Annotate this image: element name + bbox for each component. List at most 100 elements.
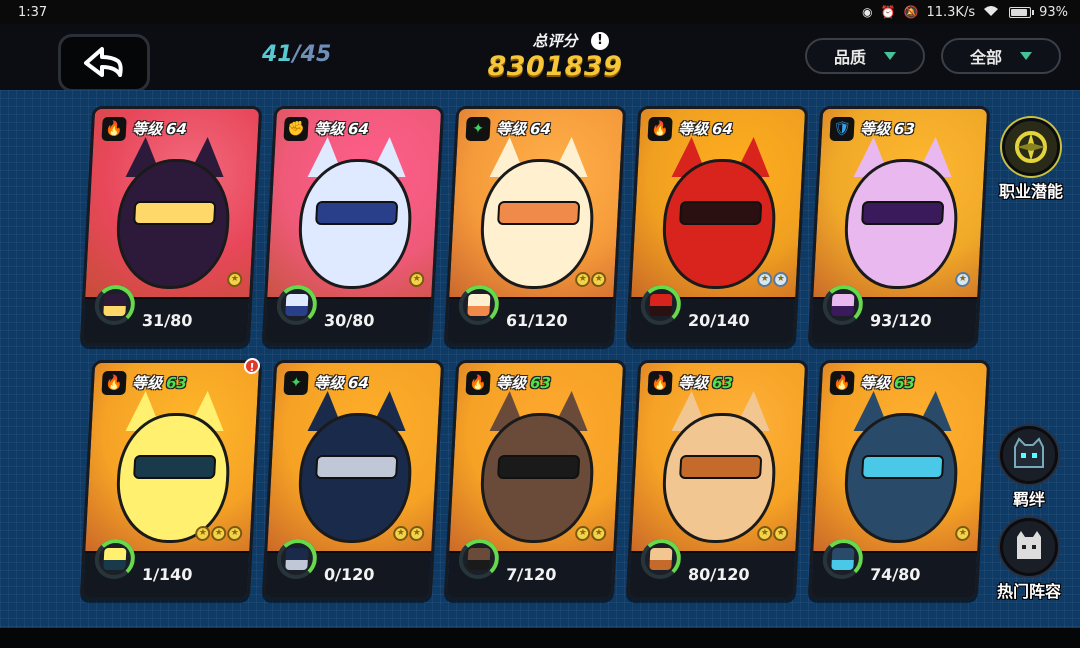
hero-card-footer: 61/120 bbox=[446, 285, 614, 343]
popular-lineup-button[interactable]: 热门阵容 bbox=[994, 518, 1064, 602]
shard-progress-arc bbox=[275, 285, 318, 325]
category-filter-dropdown[interactable]: 全部 bbox=[941, 38, 1061, 74]
class-potential-button[interactable]: 职业潜能 bbox=[996, 118, 1066, 202]
total-score: 总评分 8301839 bbox=[470, 30, 640, 82]
bond-button[interactable]: 羁绊 bbox=[994, 426, 1064, 510]
hero-card-frame: 🔥 等级 63 ★ 74/80 bbox=[807, 360, 991, 600]
hero-level-label: 等级 bbox=[677, 120, 709, 138]
hero-level: 等级 63 bbox=[860, 372, 916, 393]
shard-progress-ring bbox=[457, 539, 500, 579]
hero-card[interactable]: ✦ 等级 64 ★ ★ 0/120 bbox=[261, 360, 445, 600]
shard-progress-ring bbox=[93, 539, 136, 579]
score-info-icon[interactable]: ! bbox=[591, 32, 609, 50]
star-icon: ★ bbox=[954, 526, 971, 541]
hero-level: 等级 63 bbox=[678, 372, 734, 393]
hero-star-rating: ★ ★ ★ bbox=[194, 526, 243, 541]
hero-card[interactable]: ✦ 等级 64 ★ ★ 61/120 bbox=[443, 106, 627, 346]
hero-level: 等级 64 bbox=[132, 118, 188, 139]
hero-card-frame: 🔥 等级 64 ★ 31/80 bbox=[79, 106, 263, 346]
hero-card-frame: ✦ 等级 64 ★ ★ 0/120 bbox=[261, 360, 445, 600]
hero-count-total: 45 bbox=[300, 42, 332, 67]
hero-card[interactable]: 🔥 等级 63 ★ ★ 80/120 bbox=[625, 360, 809, 600]
star-icon: ★ bbox=[590, 272, 607, 287]
star-icon: ★ bbox=[772, 526, 789, 541]
battery-icon bbox=[1009, 6, 1035, 18]
hero-level-label: 等级 bbox=[677, 374, 709, 392]
hero-face bbox=[315, 201, 399, 225]
hero-level-value: 64 bbox=[347, 120, 370, 138]
popular-lineup-label: 热门阵容 bbox=[996, 582, 1061, 601]
bond-label: 羁绊 bbox=[1012, 490, 1045, 509]
hero-card[interactable]: 🔥 等级 63 ★ ★ ★ 1/140! bbox=[79, 358, 263, 600]
hero-star-rating: ★ bbox=[954, 526, 971, 541]
hero-card[interactable]: 🔥 等级 64 ★ ★ 20/140 bbox=[625, 106, 809, 346]
hero-face bbox=[679, 201, 763, 225]
hero-card-footer: 7/120 bbox=[446, 539, 614, 597]
hero-face bbox=[861, 201, 945, 225]
hero-face bbox=[133, 201, 217, 225]
hero-level-value: 64 bbox=[711, 120, 734, 138]
shard-progress-text: 0/120 bbox=[323, 565, 375, 584]
chevron-down-icon bbox=[884, 52, 896, 60]
hero-card-footer: 74/80 bbox=[810, 539, 978, 597]
status-time: 1:37 bbox=[18, 4, 48, 20]
star-icon: ★ bbox=[392, 526, 409, 541]
hero-level-label: 等级 bbox=[313, 120, 345, 138]
hero-card[interactable]: 🔥 等级 63 ★ ★ 7/120 bbox=[443, 360, 627, 600]
flame-icon: 🔥 bbox=[465, 371, 491, 395]
shard-progress-ring bbox=[93, 285, 136, 325]
hero-star-rating: ★ bbox=[408, 272, 425, 287]
hero-card-frame: 🛡 等级 63 ★ 93/120 bbox=[807, 106, 991, 346]
shard-progress-arc bbox=[457, 539, 500, 579]
bottom-bar bbox=[0, 628, 1080, 648]
shard-progress-arc bbox=[639, 285, 682, 325]
hero-card-footer: 1/140 bbox=[82, 539, 250, 597]
hero-count-current: 41 bbox=[262, 42, 293, 67]
shard-progress-arc bbox=[93, 285, 136, 325]
hero-level: 等级 64 bbox=[496, 118, 552, 139]
status-icons: ◉ ⏰ 🔕 11.3K/s 93% bbox=[862, 5, 1068, 20]
hero-level: 等级 64 bbox=[678, 118, 734, 139]
shard-progress-arc bbox=[821, 285, 864, 325]
wifi-icon bbox=[983, 5, 999, 19]
hero-card-footer: 30/80 bbox=[264, 285, 432, 343]
hero-level: 等级 63 bbox=[132, 372, 188, 393]
shard-progress-text: 20/140 bbox=[687, 311, 751, 330]
hero-star-rating: ★ bbox=[226, 272, 243, 287]
hero-face bbox=[497, 201, 581, 225]
shard-progress-text: 30/80 bbox=[323, 311, 375, 330]
star-icon: ★ bbox=[226, 526, 243, 541]
back-arrow-icon bbox=[84, 47, 123, 77]
hero-card[interactable]: 🔥 等级 64 ★ 31/80 bbox=[79, 106, 263, 346]
sparkle-icon: ✦ bbox=[283, 371, 309, 395]
hero-card[interactable]: 🛡 等级 63 ★ 93/120 bbox=[807, 106, 991, 346]
category-filter-label: 全部 bbox=[969, 48, 1002, 67]
hero-card-frame: ✦ 等级 64 ★ ★ 61/120 bbox=[443, 106, 627, 346]
star-icon: ★ bbox=[590, 526, 607, 541]
hero-face bbox=[861, 455, 945, 479]
hero-star-rating: ★ ★ bbox=[392, 526, 425, 541]
quality-filter-dropdown[interactable]: 品质 bbox=[805, 38, 925, 74]
back-button[interactable] bbox=[58, 34, 150, 92]
hero-level-label: 等级 bbox=[495, 120, 527, 138]
shard-progress-text: 31/80 bbox=[141, 311, 193, 330]
class-potential-label: 职业潜能 bbox=[998, 182, 1063, 201]
hero-level-value: 63 bbox=[529, 374, 552, 392]
flame-icon: 🔥 bbox=[647, 117, 673, 141]
hero-level-value: 63 bbox=[893, 120, 916, 138]
star-icon: ★ bbox=[226, 272, 243, 287]
shard-progress-ring bbox=[457, 285, 500, 325]
star-icon: ★ bbox=[210, 526, 227, 541]
hero-card[interactable]: 🔥 等级 63 ★ 74/80 bbox=[807, 360, 991, 600]
hero-level-label: 等级 bbox=[859, 120, 891, 138]
shard-progress-ring bbox=[821, 285, 864, 325]
star-icon: ★ bbox=[408, 526, 425, 541]
hero-count: 41/45 bbox=[262, 42, 331, 67]
alarm-icon: ⏰ bbox=[880, 5, 896, 19]
shard-progress-text: 80/120 bbox=[687, 565, 751, 584]
hero-card[interactable]: ✊ 等级 64 ★ 30/80 bbox=[261, 106, 445, 346]
mute-icon: 🔕 bbox=[903, 5, 919, 19]
robot-face-icon bbox=[1000, 518, 1058, 576]
flame-icon: 🔥 bbox=[647, 371, 673, 395]
hero-card-footer: 20/140 bbox=[628, 285, 796, 343]
